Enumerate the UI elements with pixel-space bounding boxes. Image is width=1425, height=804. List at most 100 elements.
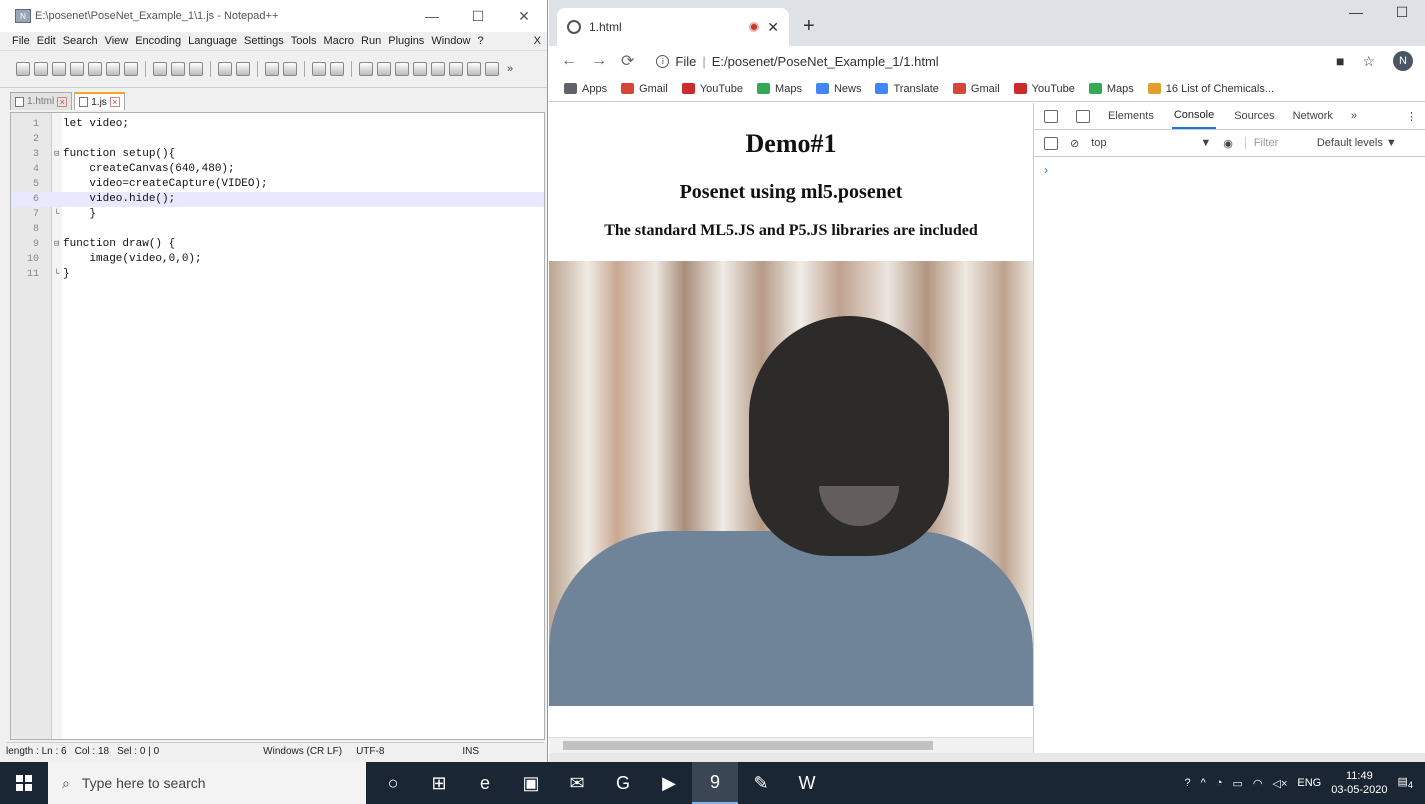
tab-network[interactable]: Network: [1293, 110, 1333, 122]
new-tab-button[interactable]: +: [803, 15, 815, 38]
bookmark-item[interactable]: YouTube: [1013, 83, 1075, 95]
bookmark-item[interactable]: Apps: [564, 83, 607, 95]
live-expression-eye-icon[interactable]: ◉: [1223, 137, 1233, 150]
show-sidebar-icon[interactable]: [1044, 136, 1058, 150]
redo-icon[interactable]: [236, 62, 250, 76]
bookmark-item[interactable]: Maps: [1088, 83, 1134, 95]
menu-view[interactable]: View: [105, 35, 129, 47]
bookmark-item[interactable]: Gmail: [621, 83, 668, 95]
menu-macro[interactable]: Macro: [323, 35, 354, 47]
menu-window[interactable]: Window: [431, 35, 470, 47]
code-line[interactable]: 6 video.hide();: [11, 192, 544, 207]
find-icon[interactable]: [265, 62, 279, 76]
network-icon[interactable]: ◔: [1216, 777, 1223, 789]
close-file-icon[interactable]: [88, 62, 102, 76]
help-icon[interactable]: ?: [1185, 777, 1191, 789]
zoom-out-icon[interactable]: [330, 62, 344, 76]
fold-marker-icon[interactable]: └: [54, 267, 59, 282]
code-line[interactable]: 2: [11, 132, 544, 147]
new-file-icon[interactable]: [16, 62, 30, 76]
code-line[interactable]: 5 video=createCapture(VIDEO);: [11, 177, 544, 192]
notepadpp-taskbar-icon[interactable]: 9: [692, 762, 738, 804]
devtools-menu-icon[interactable]: ⋮: [1406, 110, 1417, 123]
word-icon[interactable]: W: [784, 762, 830, 804]
word-wrap-icon[interactable]: [395, 62, 409, 76]
code-line[interactable]: 8: [11, 222, 544, 237]
menu-run[interactable]: Run: [361, 35, 381, 47]
print-icon[interactable]: [124, 62, 138, 76]
close-tab-icon[interactable]: ✕: [767, 19, 779, 36]
menu-plugins[interactable]: Plugins: [388, 35, 424, 47]
task-view-icon[interactable]: ⊞: [416, 762, 462, 804]
chrome-icon[interactable]: G: [600, 762, 646, 804]
show-all-chars-icon[interactable]: [413, 62, 427, 76]
bookmark-item[interactable]: News: [815, 83, 861, 95]
menu-language[interactable]: Language: [188, 35, 237, 47]
notification-icon[interactable]: ▤4: [1398, 775, 1414, 790]
tab-close-icon[interactable]: ×: [57, 96, 68, 107]
open-file-icon[interactable]: [34, 62, 48, 76]
function-list-icon[interactable]: [467, 62, 481, 76]
menu-edit[interactable]: Edit: [37, 35, 56, 47]
context-selector[interactable]: top ▼: [1091, 137, 1211, 149]
zoom-in-icon[interactable]: [312, 62, 326, 76]
menu-file[interactable]: File: [12, 35, 30, 47]
tab-close-icon[interactable]: ×: [109, 97, 120, 107]
toolbar-overflow-icon[interactable]: »: [507, 63, 513, 75]
forward-button[interactable]: →: [591, 52, 607, 70]
menu-encoding[interactable]: Encoding: [135, 35, 181, 47]
console-prompt[interactable]: ›: [1034, 157, 1425, 183]
clock[interactable]: 11:49 03-05-2020: [1331, 769, 1387, 797]
camera-in-use-icon[interactable]: ■: [1336, 53, 1344, 69]
clear-console-icon[interactable]: ⊘: [1070, 137, 1079, 150]
tab-console[interactable]: Console: [1171, 103, 1217, 129]
battery-icon[interactable]: ▭: [1232, 777, 1242, 790]
console-filter-input[interactable]: Filter: [1244, 137, 1305, 149]
edge-icon[interactable]: e: [462, 762, 508, 804]
minimize-button[interactable]: —: [409, 8, 455, 24]
bookmark-star-icon[interactable]: ☆: [1362, 53, 1375, 70]
address-bar[interactable]: i File | E:/posenet/PoseNet_Example_1/1.…: [648, 48, 1322, 74]
code-editor[interactable]: 1 let video; 2 3 ⊟ function setup(){4 createC…: [10, 112, 545, 740]
maximize-button[interactable]: ☐: [455, 8, 501, 25]
bookmark-item[interactable]: Gmail: [952, 83, 1000, 95]
code-line[interactable]: 4 createCanvas(640,480);: [11, 162, 544, 177]
save-all-icon[interactable]: [70, 62, 84, 76]
close-all-icon[interactable]: [106, 62, 120, 76]
menu-help[interactable]: ?: [477, 35, 483, 47]
horizontal-scrollbar[interactable]: [549, 737, 1033, 753]
tab-sources[interactable]: Sources: [1234, 110, 1274, 122]
fold-marker-icon[interactable]: ⊟: [54, 147, 59, 162]
indent-guide-icon[interactable]: [431, 62, 445, 76]
minimize-button[interactable]: —: [1333, 4, 1379, 21]
editor-icon[interactable]: ✎: [738, 762, 784, 804]
menu-settings[interactable]: Settings: [244, 35, 284, 47]
replace-icon[interactable]: [283, 62, 297, 76]
back-button[interactable]: ←: [561, 52, 577, 70]
copy-icon[interactable]: [171, 62, 185, 76]
taskbar-search-box[interactable]: ⌕ Type here to search: [48, 762, 366, 804]
log-levels-dropdown[interactable]: Default levels ▼: [1317, 137, 1397, 149]
language-indicator[interactable]: ENG: [1297, 777, 1321, 789]
start-button[interactable]: [0, 775, 48, 791]
info-icon[interactable]: i: [656, 54, 670, 68]
menu-tools[interactable]: Tools: [291, 35, 317, 47]
tab-1-html[interactable]: 1.html ×: [10, 92, 73, 110]
volume-icon[interactable]: ◁×: [1272, 777, 1287, 790]
undo-icon[interactable]: [218, 62, 232, 76]
more-tabs-icon[interactable]: »: [1351, 110, 1357, 122]
chevron-up-icon[interactable]: ^: [1201, 777, 1206, 789]
mail-icon[interactable]: ✉: [554, 762, 600, 804]
bookmark-item[interactable]: YouTube: [681, 83, 743, 95]
device-toolbar-icon[interactable]: [1076, 109, 1090, 123]
fold-marker-icon[interactable]: └: [54, 207, 59, 222]
code-line[interactable]: 10 image(video,0,0);: [11, 252, 544, 267]
doc-close-button[interactable]: X: [534, 35, 541, 47]
close-button[interactable]: ✕: [501, 8, 547, 25]
profile-avatar[interactable]: N: [1393, 51, 1413, 71]
sync-scroll-h-icon[interactable]: [377, 62, 391, 76]
paste-icon[interactable]: [189, 62, 203, 76]
bookmark-item[interactable]: 16 List of Chemicals...: [1147, 83, 1274, 95]
tab-elements[interactable]: Elements: [1108, 110, 1154, 122]
tab-1-js[interactable]: 1.js ×: [74, 92, 125, 110]
